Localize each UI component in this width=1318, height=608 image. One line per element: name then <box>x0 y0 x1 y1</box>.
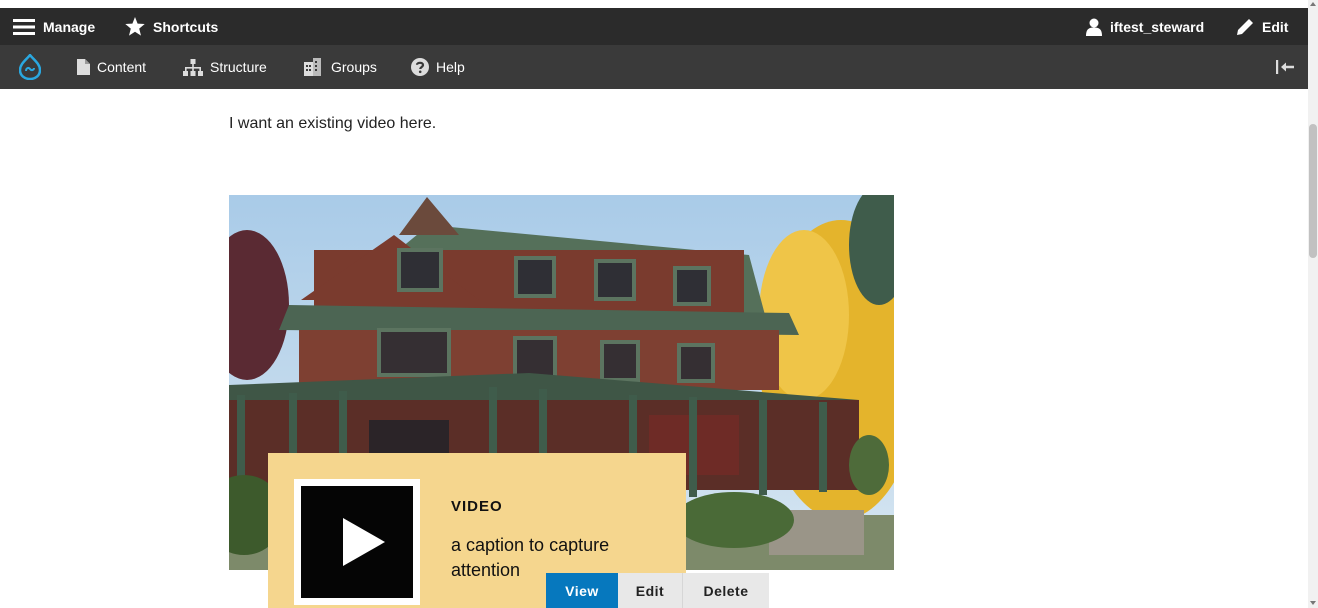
hamburger-icon <box>13 18 35 35</box>
admin-menu-help[interactable]: Help <box>411 45 465 89</box>
drupal-drop-icon <box>19 54 41 80</box>
intro-paragraph: I want an existing video here. <box>229 115 437 132</box>
page-scrollbar[interactable] <box>1308 0 1318 608</box>
admin-menu-structure[interactable]: Structure <box>183 45 267 89</box>
pencil-icon <box>1237 18 1253 35</box>
play-icon <box>343 518 385 566</box>
media-actions: View Edit Delete <box>546 573 769 608</box>
admin-menu-label: Groups <box>331 59 377 75</box>
edit-label: Edit <box>1262 18 1289 35</box>
admin-menu-groups[interactable]: Groups <box>304 45 377 89</box>
buildings-icon <box>304 58 321 76</box>
user-label: iftest_steward <box>1110 18 1205 35</box>
scroll-up-arrow-icon[interactable] <box>1310 2 1316 6</box>
user-icon <box>1086 18 1102 36</box>
toolbar-orientation-toggle[interactable] <box>1275 45 1302 89</box>
admin-menu-content[interactable]: Content <box>77 45 146 89</box>
admin-menu-label: Content <box>97 59 147 75</box>
help-icon <box>411 58 429 76</box>
admin-menu-label: Help <box>436 59 465 75</box>
admin-toolbar: Manage Shortcuts iftest_steward Edit <box>0 8 1308 45</box>
media-type-label: VIDEO <box>451 498 503 515</box>
user-tab[interactable]: iftest_steward <box>1086 8 1204 45</box>
file-icon <box>77 59 90 75</box>
star-icon <box>125 17 145 36</box>
shortcuts-label: Shortcuts <box>153 18 219 35</box>
scrollbar-thumb[interactable] <box>1309 124 1317 258</box>
manage-tab[interactable]: Manage <box>13 8 95 45</box>
manage-label: Manage <box>43 18 96 35</box>
view-button[interactable]: View <box>546 573 618 608</box>
collapse-arrow-icon <box>1276 60 1294 74</box>
shortcuts-tab[interactable]: Shortcuts <box>125 8 218 45</box>
scroll-down-arrow-icon[interactable] <box>1310 601 1316 605</box>
video-thumbnail-frame <box>294 479 420 605</box>
delete-button[interactable]: Delete <box>682 573 769 608</box>
admin-menu-label: Structure <box>210 59 267 75</box>
drupal-home-link[interactable] <box>19 45 48 89</box>
sitemap-icon <box>183 58 203 76</box>
edit-tab[interactable]: Edit <box>1236 8 1288 45</box>
admin-menu-bar: Content Structure Groups Help <box>0 45 1308 89</box>
video-thumbnail[interactable] <box>301 486 413 598</box>
edit-button[interactable]: Edit <box>618 573 682 608</box>
